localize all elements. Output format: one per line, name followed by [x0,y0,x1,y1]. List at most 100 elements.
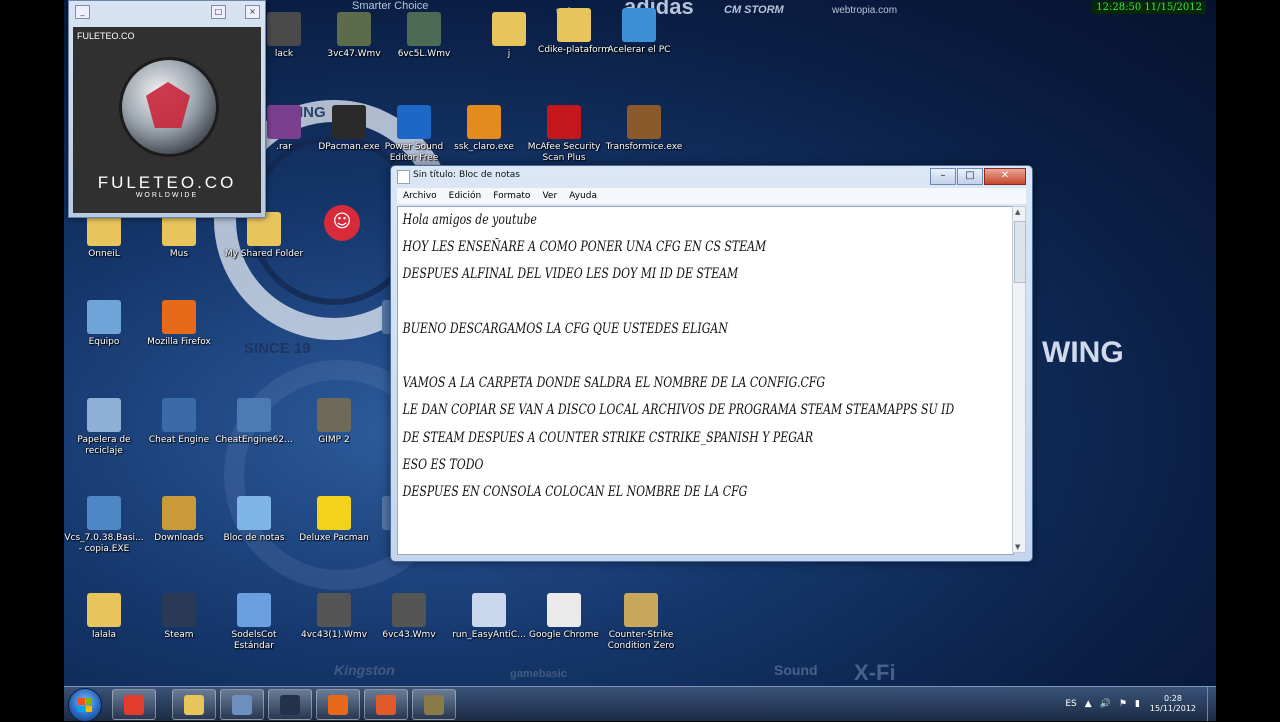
notepad-text-area[interactable]: Hola amigos de youtube HOY LES ENSEÑARE … [397,206,1014,555]
smarter-choice-logo: Smarter Choice [352,0,429,12]
sound-blaster-logo: Sound [774,662,818,678]
desktop-icon-label: Mozilla Firefox [147,337,211,347]
desktop-icon-label: McAfee Security Scan Plus [527,142,601,163]
desktop-icon[interactable]: OnneiL [64,212,144,260]
recording-clock: 12:28:50 11/15/2012 [1092,1,1206,14]
desktop-icon[interactable]: SodelsCot Estándar [214,593,294,652]
network-icon[interactable]: ▮ [1135,699,1140,709]
taskbar-button[interactable] [220,689,264,720]
tray-clock[interactable]: 0:28 15/11/2012 [1150,694,1196,714]
desktop-icon[interactable]: run_EasyAntiC... [449,593,529,641]
desktop-icon[interactable]: Papelera de reciclaje [64,398,144,457]
left-letterbox [0,0,64,720]
preview-window[interactable]: _ □ × FULETEO.CO FULETEO.CO WORLDWIDE [68,0,266,218]
game-icon [332,105,366,139]
desktop-icon-label: Power Sound Editor Free [384,142,444,163]
app-icon [627,105,661,139]
desktop-icon[interactable]: Equipo [64,300,144,348]
folder-icon [87,593,121,627]
desktop-icon[interactable]: Mozilla Firefox [139,300,219,348]
desktop-icon[interactable]: Vcs_7.0.38.Basi... - copia.EXE [64,496,144,555]
show-desktop-button[interactable] [1207,687,1216,721]
desktop-icon-label: Transformice.exe [605,142,683,152]
desktop-icon-label: My Shared Folder [224,249,304,259]
desktop-icon[interactable]: Counter-Strike Condition Zero [601,593,681,652]
desktop-icon[interactable]: 6vc5L.Wmv [384,12,464,60]
desktop-icon[interactable]: lalala [64,593,144,641]
volume-icon[interactable]: 🔊 [1100,699,1111,709]
menu-bar: Archivo Edición Formato Ver Ayuda [397,188,1026,204]
folder-icon [184,694,204,715]
desktop-icon[interactable]: Steam [139,593,219,641]
menu-edicion[interactable]: Edición [443,188,488,204]
taskbar-button[interactable] [316,689,360,720]
close-button[interactable]: ✕ [984,168,1026,185]
kingston-logo: Kingston [334,662,395,678]
desktop-icon[interactable]: GIMP 2 [294,398,374,446]
steam-icon [162,593,196,627]
taskbar-button[interactable] [172,689,216,720]
menu-formato[interactable]: Formato [487,188,536,204]
desktop-icon-label: GIMP 2 [318,435,350,445]
menu-ver[interactable]: Ver [536,188,563,204]
desktop-icon[interactable]: Bloc de notas [214,496,294,544]
arrow-up-icon[interactable]: ▲ [1085,699,1092,709]
language-indicator[interactable]: ES [1065,699,1076,709]
pacman-icon [317,496,351,530]
video-icon [317,593,351,627]
taskbar-button[interactable] [364,689,408,720]
desktop-icon[interactable]: Downloads [139,496,219,544]
vertical-scrollbar[interactable]: ▲ ▼ [1012,206,1026,553]
desktop-icon-label: Equipo [88,337,120,347]
start-button[interactable] [68,688,102,722]
preview-maximize-button[interactable]: □ [211,5,226,19]
menu-archivo[interactable]: Archivo [397,188,443,204]
desktop-icon[interactable]: My Shared Folder [224,212,304,260]
shield-icon [547,105,581,139]
taskbar-button[interactable] [412,689,456,720]
desktop-icon[interactable]: 6vc43.Wmv [369,593,449,641]
maximize-button[interactable]: □ [957,168,983,185]
desktop-icon[interactable]: 3vc47.Wmv [314,12,394,60]
menu-ayuda[interactable]: Ayuda [563,188,603,204]
notepad-window[interactable]: Sin título: Bloc de notas – □ ✕ Archivo … [390,165,1033,562]
flag-icon[interactable]: ⚑ [1119,699,1127,709]
desktop-icon[interactable]: Google Chrome [524,593,604,641]
desktop-icon[interactable]: Acelerar el PC [599,8,679,56]
desktop-icon[interactable]: ssk_claro.exe [444,105,524,153]
recycle-bin-icon [87,398,121,432]
taskbar-button[interactable] [268,689,312,720]
desktop-icon-label: Papelera de reciclaje [77,435,131,456]
desktop-icon-label: SodelsCot Estándar [231,630,277,651]
desktop-icon-label: OnneiL [88,249,120,259]
taskbar-button[interactable] [112,689,156,720]
desktop-icon[interactable]: Mus [139,212,219,260]
desktop-icon[interactable]: Cheat Engine [139,398,219,446]
desktop-icon-label: Acelerar el PC [607,45,671,55]
app-icon [162,398,196,432]
app-icon [237,398,271,432]
desktop-icon-label: run_EasyAntiC... [452,630,526,640]
desktop-icon[interactable]: Power Sound Editor Free [374,105,454,164]
video-icon [392,593,426,627]
desktop-icon[interactable]: Transformice.exe [604,105,684,153]
right-letterbox [1216,0,1280,720]
folder-icon [557,8,591,42]
desktop-icon-label: Bloc de notas [223,533,285,543]
scroll-up-icon[interactable]: ▲ [1015,208,1020,216]
scroll-down-icon[interactable]: ▼ [1015,543,1020,551]
xfi-logo: X-Fi [854,660,896,685]
desktop-icon-label: Counter-Strike Condition Zero [607,630,675,651]
desktop-icon[interactable]: CheatEngine62... [214,398,294,446]
desktop-icon[interactable]: McAfee Security Scan Plus [524,105,604,164]
minimize-button[interactable]: – [930,168,956,185]
scrollbar-thumb[interactable] [1014,221,1026,283]
preview-close-button[interactable]: × [245,5,260,19]
text-line: VAMOS A LA CARPETA DONDE SALDRA EL NOMBR… [402,375,826,392]
preview-minimize-button[interactable]: _ [75,5,90,19]
desktop-icon[interactable]: 4vc43(1).Wmv [294,593,374,641]
cm-storm-logo: CM STORM [724,4,784,16]
webtropia-logo: webtropia.com [832,5,898,16]
cs-icon [624,593,658,627]
computer-icon [87,300,121,334]
